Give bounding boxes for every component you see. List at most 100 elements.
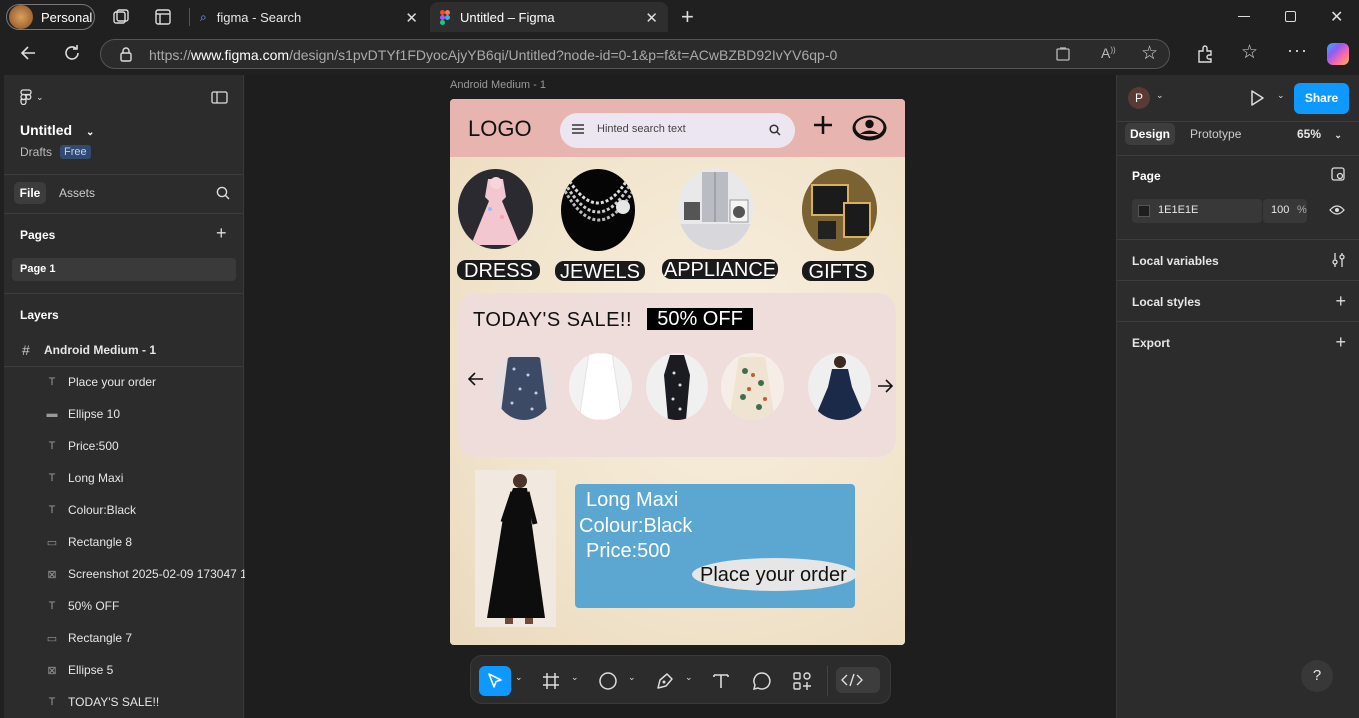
tab-assets[interactable]: Assets	[59, 186, 95, 200]
android-frame[interactable]: LOGO Hinted search text DRESS JEWELS APP…	[450, 99, 905, 645]
sale-product-image-3	[646, 353, 708, 420]
layer-item[interactable]: T Price:500	[4, 430, 244, 462]
figma-logo-icon	[440, 9, 450, 25]
page-item-page-1[interactable]: Page 1	[12, 258, 236, 281]
ellipse-icon: ▬	[46, 408, 58, 420]
left-sidebar: ⌄ Untitled ⌄ Drafts Free File Assets Pag…	[4, 75, 247, 718]
image-icon: ⊠	[47, 664, 57, 677]
layers-heading: Layers	[20, 308, 59, 322]
close-icon[interactable]: ✕	[645, 9, 658, 27]
drafts-label[interactable]: Drafts	[20, 145, 52, 159]
background-color-field[interactable]: 1E1E1E	[1132, 199, 1262, 223]
copilot-icon[interactable]	[1327, 43, 1349, 65]
layer-item[interactable]: ▬ Ellipse 10	[4, 398, 244, 430]
text-icon: T	[48, 600, 56, 612]
menu-icon	[572, 124, 584, 134]
tab-prototype[interactable]: Prototype	[1190, 127, 1241, 141]
back-arrow-icon[interactable]	[18, 43, 38, 63]
chevron-down-icon[interactable]: ⌄	[1277, 90, 1285, 101]
workspaces-icon[interactable]	[112, 9, 130, 25]
new-tab-button[interactable]: +	[681, 4, 694, 30]
layer-item[interactable]: ⊠ Ellipse 5	[4, 654, 244, 686]
text-tool-button[interactable]	[705, 666, 737, 696]
dev-mode-toggle[interactable]	[836, 667, 880, 693]
chevron-down-icon[interactable]: ⌄	[628, 672, 636, 683]
favorite-star-icon[interactable]: ☆	[1141, 42, 1158, 65]
tab-design[interactable]: Design	[1125, 123, 1175, 145]
layer-label: Ellipse 5	[68, 663, 114, 677]
text-icon: T	[48, 472, 56, 484]
file-title[interactable]: Untitled ⌄	[20, 122, 94, 138]
add-export-icon[interactable]: +	[1335, 332, 1346, 353]
layer-item[interactable]: ⊠ Screenshot 2025-02-09 173047 1	[4, 558, 246, 590]
page-styles-icon[interactable]	[1331, 167, 1345, 181]
export-section[interactable]: Export +	[1117, 321, 1359, 362]
add-style-icon[interactable]: +	[1335, 291, 1346, 312]
present-play-icon[interactable]	[1250, 90, 1264, 106]
layer-frame-android-medium-1[interactable]: # Android Medium - 1	[4, 334, 244, 366]
layer-item[interactable]: ▭ Rectangle 7	[4, 622, 244, 654]
move-tool-button[interactable]	[479, 666, 511, 696]
toggle-sidebar-icon[interactable]	[211, 91, 228, 104]
help-button[interactable]: ?	[1301, 660, 1333, 692]
tab-untitled-figma[interactable]: Untitled – Figma ✕	[430, 2, 668, 32]
chevron-down-icon[interactable]: ⌄	[515, 672, 523, 683]
layer-label: Long Maxi	[68, 471, 124, 485]
sale-product-image-2	[569, 353, 632, 420]
browser-tab-bar: Personal ⌕ figma - Search ✕ Untitled – F…	[0, 0, 1359, 34]
opacity-value: 100	[1271, 204, 1290, 216]
layer-item[interactable]: T Place your order	[4, 366, 244, 398]
layer-label: Colour:Black	[68, 503, 137, 517]
divider	[1117, 121, 1359, 122]
tab-file[interactable]: File	[14, 182, 46, 204]
refresh-icon[interactable]	[62, 43, 82, 63]
chevron-down-icon[interactable]: ⌄	[685, 672, 693, 683]
extensions-icon[interactable]	[1196, 45, 1214, 63]
layer-item[interactable]: T Colour:Black	[4, 494, 244, 526]
frame-name-label[interactable]: Android Medium - 1	[450, 79, 546, 91]
app-available-icon[interactable]	[1056, 47, 1070, 61]
user-avatar[interactable]: P	[1128, 87, 1150, 109]
text-icon: T	[48, 696, 56, 708]
chevron-down-icon[interactable]: ⌄	[571, 672, 579, 683]
lock-icon[interactable]	[119, 46, 133, 62]
eye-icon[interactable]	[1329, 204, 1345, 216]
shape-tool-button[interactable]	[592, 666, 624, 696]
layer-item[interactable]: T 50% OFF	[4, 590, 244, 622]
tab-figma-search[interactable]: ⌕ figma - Search ✕	[190, 2, 428, 32]
add-page-button[interactable]: +	[216, 223, 227, 244]
restore-button[interactable]	[1285, 11, 1296, 22]
category-label-appliance: APPLIANCE	[662, 259, 778, 281]
url-field[interactable]: https://www.figma.com/design/s1pvDTYf1FD…	[100, 39, 1170, 69]
pen-tool-button[interactable]	[649, 666, 681, 696]
minimize-button[interactable]	[1238, 16, 1250, 17]
close-icon[interactable]: ✕	[405, 9, 418, 27]
variables-settings-icon[interactable]	[1332, 252, 1346, 268]
share-button[interactable]: Share	[1294, 83, 1349, 114]
logo-text: LOGO	[468, 116, 532, 141]
more-options-icon[interactable]: ···	[1287, 40, 1308, 61]
main-menu-button[interactable]: ⌄	[20, 89, 44, 105]
layer-item[interactable]: T TODAY'S SALE!!	[4, 686, 244, 718]
search-icon[interactable]	[216, 186, 230, 200]
frame-icon: #	[22, 342, 30, 358]
tab-actions-icon[interactable]	[155, 9, 171, 25]
actions-button[interactable]	[786, 666, 818, 696]
chevron-down-icon[interactable]: ⌄	[1156, 90, 1164, 101]
read-aloud-icon[interactable]: A))	[1101, 45, 1116, 61]
background-opacity-field[interactable]: 100 %	[1263, 199, 1307, 223]
profile-button[interactable]: Personal	[6, 4, 95, 30]
text-icon: T	[48, 376, 56, 388]
text-icon	[713, 674, 729, 688]
close-window-button[interactable]: ✕	[1330, 7, 1343, 27]
category-label-dress: DRESS	[457, 260, 540, 282]
layer-item[interactable]: T Long Maxi	[4, 462, 244, 494]
local-styles-section[interactable]: Local styles +	[1117, 280, 1359, 321]
frame-tool-button[interactable]	[535, 666, 567, 696]
local-variables-section[interactable]: Local variables	[1117, 239, 1359, 280]
layer-item[interactable]: ▭ Rectangle 8	[4, 526, 244, 558]
zoom-level[interactable]: 65% ⌄	[1297, 127, 1342, 141]
favorites-icon[interactable]: ☆	[1241, 41, 1258, 64]
comment-tool-button[interactable]	[746, 666, 778, 696]
app-search-bar[interactable]: Hinted search text	[560, 113, 795, 148]
